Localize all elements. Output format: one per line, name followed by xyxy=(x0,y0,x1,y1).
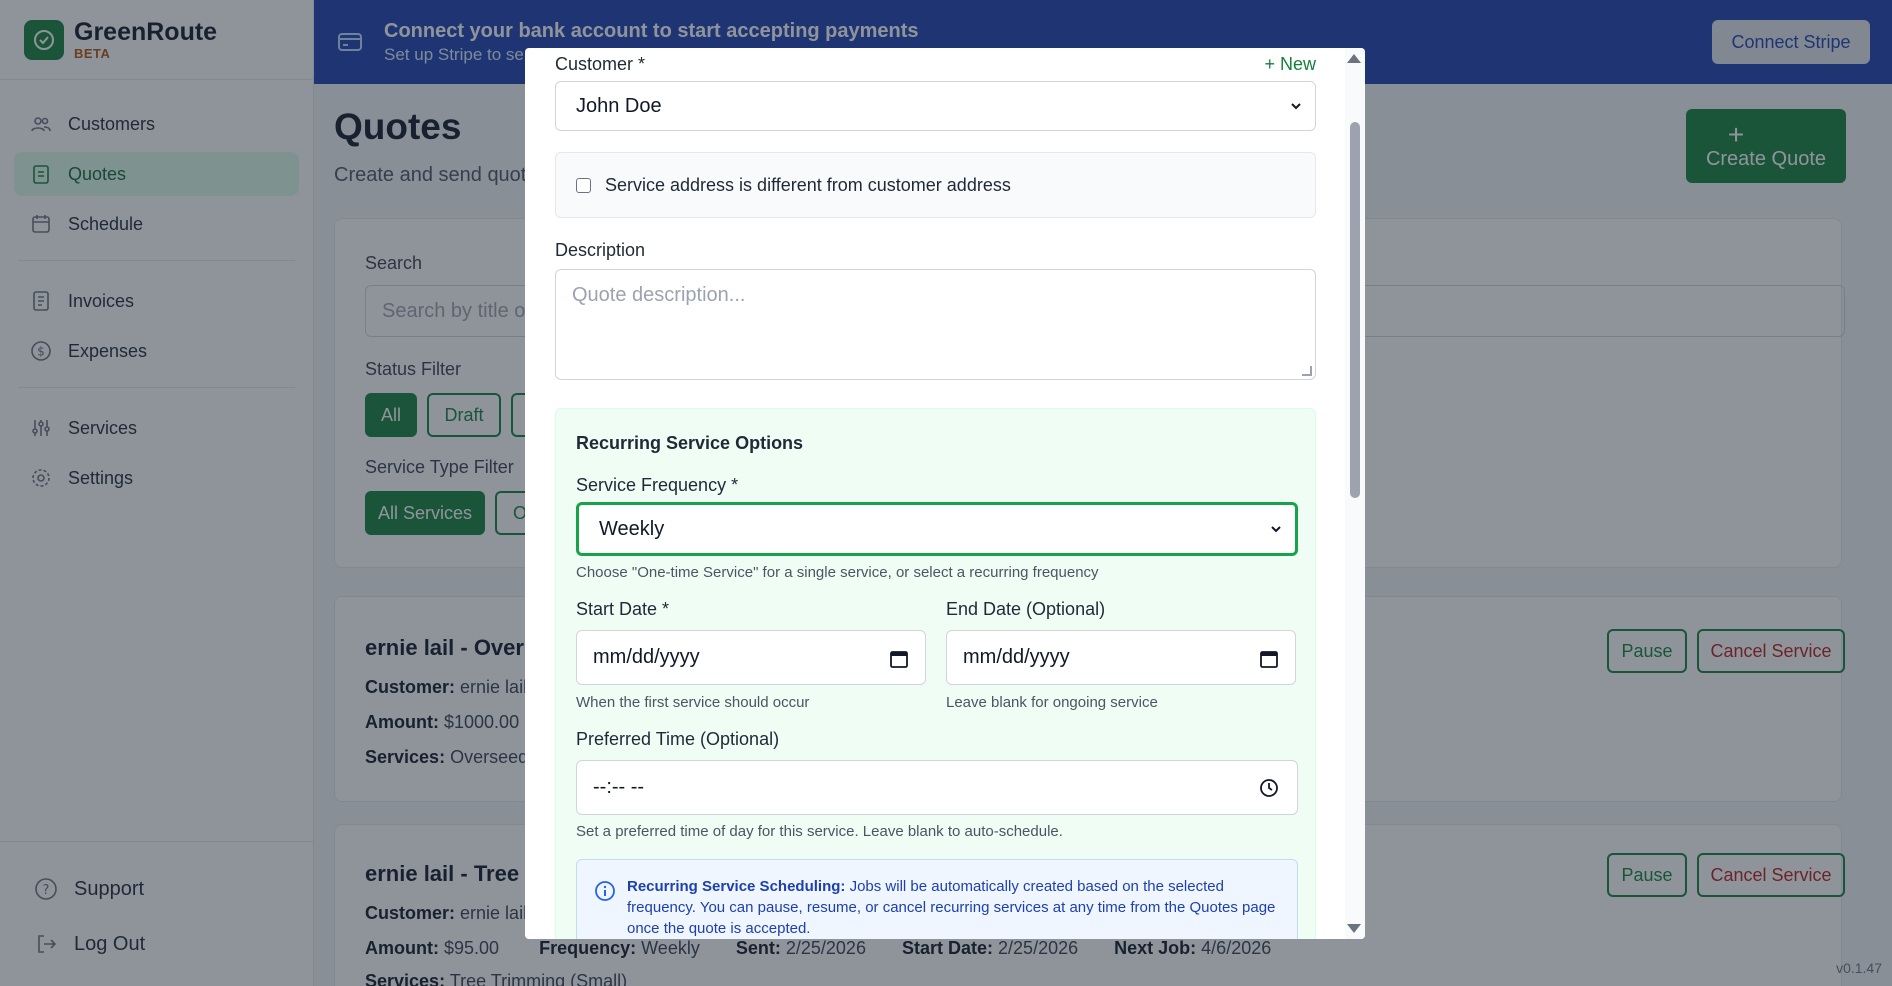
frequency-hint: Choose "One-time Service" for a single s… xyxy=(576,564,1099,581)
resize-handle-icon[interactable] xyxy=(1302,366,1312,376)
service-address-toggle[interactable]: Service address is different from custom… xyxy=(555,152,1316,218)
new-customer-link[interactable]: + New xyxy=(1264,54,1316,75)
clock-icon[interactable] xyxy=(1259,778,1279,798)
end-date-input[interactable]: mm/dd/yyyy xyxy=(946,630,1296,685)
chevron-down-icon xyxy=(1271,526,1281,533)
recurring-title: Recurring Service Options xyxy=(576,433,804,453)
preferred-time-hint: Set a preferred time of day for this ser… xyxy=(576,823,1063,840)
preferred-time-input[interactable]: --:-- -- xyxy=(576,760,1298,815)
preferred-time-label: Preferred Time (Optional) xyxy=(576,729,780,749)
end-date-label: End Date (Optional) xyxy=(946,599,1106,619)
preferred-time-value: --:-- -- xyxy=(593,776,645,798)
description-label: Description xyxy=(555,240,646,260)
service-address-checkbox[interactable] xyxy=(576,177,591,193)
service-address-label: Service address is different from custom… xyxy=(605,174,1011,195)
recurring-info-box: Recurring Service Scheduling: Jobs will … xyxy=(576,859,1298,939)
end-date-value: mm/dd/yyyy xyxy=(963,646,1070,668)
info-icon xyxy=(595,881,615,901)
description-textarea[interactable]: Quote description... xyxy=(555,269,1316,380)
start-date-value: mm/dd/yyyy xyxy=(593,646,700,668)
chevron-down-icon xyxy=(1291,103,1301,110)
end-date-hint: Leave blank for ongoing service xyxy=(946,694,1158,711)
start-date-input[interactable]: mm/dd/yyyy xyxy=(576,630,926,685)
start-date-label: Start Date * xyxy=(576,599,670,619)
frequency-select-value: Weekly xyxy=(599,517,665,540)
customer-select[interactable]: John Doe xyxy=(555,81,1316,131)
scrollbar-thumb[interactable] xyxy=(1350,122,1360,498)
description-placeholder: Quote description... xyxy=(572,284,746,306)
customer-label: Customer * xyxy=(555,54,646,74)
frequency-select[interactable]: Weekly xyxy=(576,502,1298,556)
modal-scrollbar[interactable] xyxy=(1345,48,1365,939)
scroll-down-arrow-icon[interactable] xyxy=(1347,924,1361,933)
frequency-label: Service Frequency * xyxy=(576,475,739,495)
scroll-up-arrow-icon[interactable] xyxy=(1347,54,1361,63)
quote-modal: Customer * + New John Doe Service addres… xyxy=(525,48,1365,939)
customer-select-value: John Doe xyxy=(576,94,662,117)
calendar-icon[interactable] xyxy=(889,649,909,669)
recurring-options: Recurring Service Options Service Freque… xyxy=(555,408,1316,939)
calendar-icon[interactable] xyxy=(1259,649,1279,669)
start-date-hint: When the first service should occur xyxy=(576,694,810,711)
info-title: Recurring Service Scheduling: xyxy=(627,878,846,895)
